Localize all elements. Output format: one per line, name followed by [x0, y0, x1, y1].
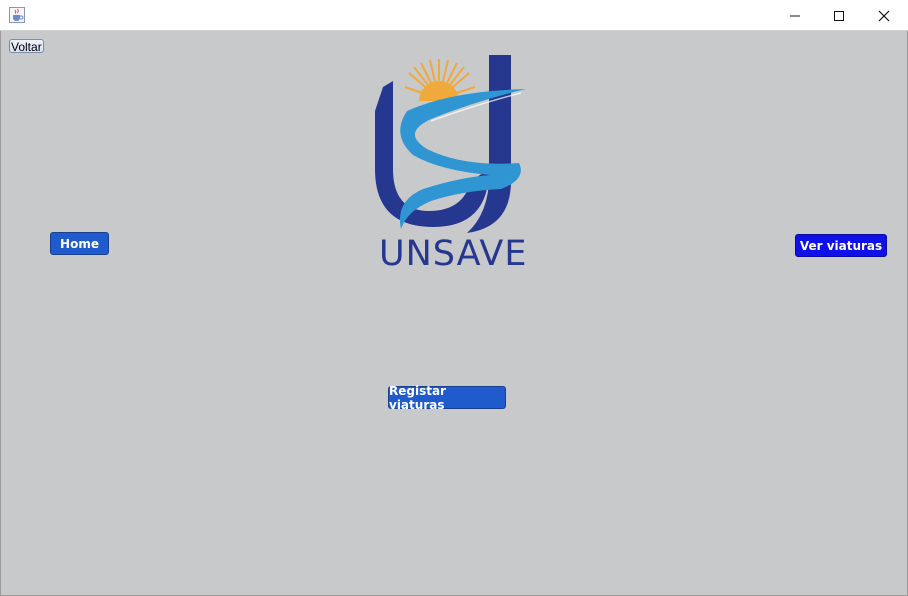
ver-viaturas-button[interactable]: Ver viaturas [795, 234, 887, 257]
maximize-button[interactable] [816, 0, 862, 31]
registar-viaturas-button[interactable]: Registar viaturas [388, 384, 506, 412]
close-icon [878, 10, 890, 21]
voltar-button[interactable]: Voltar [9, 39, 44, 54]
main-panel: Voltar Home Ver viaturas Registar viatur… [0, 31, 908, 596]
close-button[interactable] [861, 0, 907, 31]
home-button[interactable]: Home [50, 232, 109, 255]
java-cup-icon [9, 7, 25, 23]
logo-wordmark: UNSAVE [379, 234, 528, 274]
minimize-icon [790, 15, 800, 16]
title-bar [0, 0, 908, 31]
minimize-button[interactable] [772, 0, 818, 31]
maximize-icon [834, 10, 844, 21]
